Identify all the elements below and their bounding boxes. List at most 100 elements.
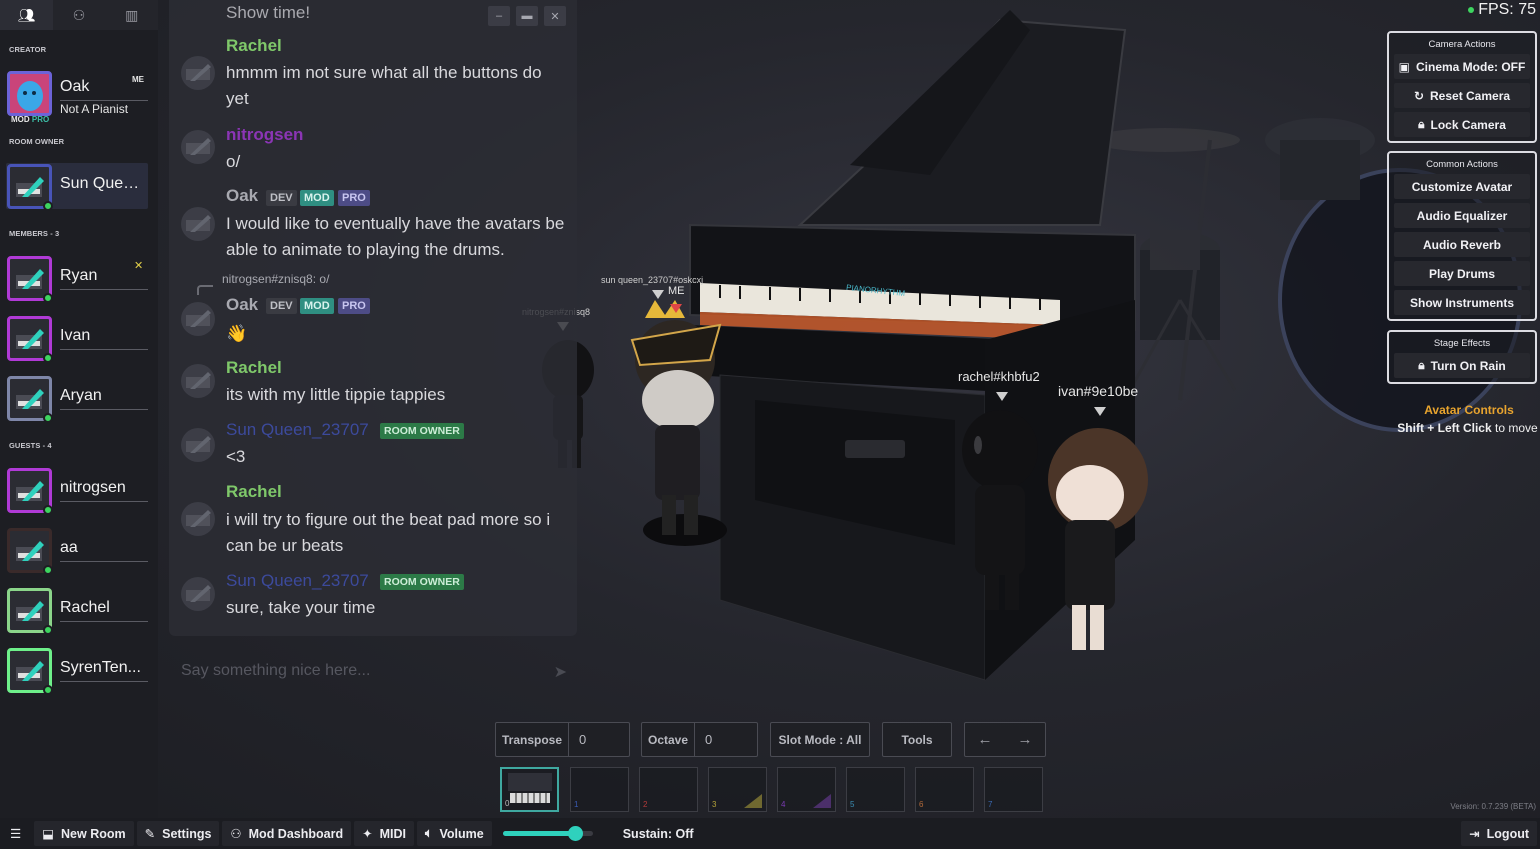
transpose-input[interactable]: 0 (569, 732, 586, 747)
mod-badge: MOD (300, 190, 334, 206)
user-item-guest[interactable]: Rachel (6, 587, 148, 635)
arrow-right-icon[interactable]: → (1018, 731, 1033, 748)
door-icon: ▥ (125, 6, 139, 23)
lock-camera-button[interactable]: 🔒︎ Lock Camera (1394, 112, 1530, 137)
octave-control[interactable]: Octave 0 (641, 722, 758, 757)
chat-input[interactable]: Say something nice here... ➤ (169, 654, 577, 690)
transpose-control[interactable]: Transpose 0 (495, 722, 630, 757)
audio-equalizer-button[interactable]: Audio Equalizer (1394, 203, 1530, 228)
nametag-pointer (652, 290, 664, 299)
instrument-slot-6[interactable]: 6 (915, 767, 974, 812)
volume-slider[interactable] (502, 826, 593, 841)
close-button[interactable]: ✕ (544, 6, 566, 26)
volume-button[interactable]: 🔈︎ Volume (416, 821, 492, 846)
logout-icon: ⇥ (1469, 827, 1480, 841)
instrument-slot-7[interactable]: 7 (984, 767, 1043, 812)
edit-icon: ✎ (144, 827, 156, 841)
avatar (7, 71, 52, 116)
chat-avatar (181, 364, 215, 398)
slot-number: 0 (505, 799, 510, 808)
minimize-button[interactable]: – (488, 6, 510, 26)
chat-username[interactable]: Rachel (226, 482, 282, 502)
instrument-slot-1[interactable]: 1 (570, 767, 629, 812)
chat-username[interactable]: Rachel (226, 36, 282, 56)
nametag-rachel: rachel#khbfu2 (958, 369, 1040, 384)
speaker-icon: 🔈︎ (424, 826, 433, 840)
chat-username[interactable]: Oak (226, 186, 258, 206)
sustain-toggle[interactable]: Sustain: Off (615, 821, 702, 846)
rooms-tab[interactable]: ▥ (105, 0, 158, 30)
user-name: Ivan (60, 327, 148, 350)
show-instruments-button[interactable]: Show Instruments (1394, 290, 1530, 315)
pro-badge: PRO (338, 298, 370, 314)
chat-username[interactable]: Sun Queen_23707 (226, 420, 369, 440)
online-status-dot (43, 293, 53, 303)
slot-number: 3 (712, 800, 717, 809)
reset-camera-button[interactable]: ↻ Reset Camera (1394, 83, 1530, 108)
tools-button[interactable]: Tools (882, 722, 952, 757)
pro-badge: PRO (338, 190, 370, 206)
customize-avatar-button[interactable]: Customize Avatar (1394, 174, 1530, 199)
section-creator: CREATOR (9, 45, 47, 54)
midi-button[interactable]: ✦ MIDI (354, 821, 414, 846)
instrument-slot-2[interactable]: 2 (639, 767, 698, 812)
instrument-slot-4[interactable]: 4 (777, 767, 836, 812)
user-item-guest[interactable]: SyrenTen... (6, 647, 148, 695)
lock-icon: 🔒︎ (1418, 117, 1425, 131)
user-item-creator[interactable]: MOD PRO ME Oak Not A Pianist (6, 70, 148, 124)
cinema-mode-button[interactable]: ▣ Cinema Mode: OFF (1394, 54, 1530, 79)
new-room-icon: ⬓ (42, 827, 55, 841)
arrow-left-icon[interactable]: ← (978, 731, 993, 748)
chat-panel: Show time! – ▬ ✕ Rachel hmmm im not sure… (169, 0, 577, 636)
volume-handle[interactable] (567, 826, 583, 841)
audio-reverb-button[interactable]: Audio Reverb (1394, 232, 1530, 257)
piano-avatar-icon (186, 436, 211, 453)
slot-number: 6 (919, 800, 924, 809)
instrument-slot-0[interactable]: 0 (500, 767, 559, 812)
maximize-button[interactable]: ▬ (516, 6, 538, 26)
user-item-member[interactable]: Aryan (6, 375, 148, 423)
settings-button[interactable]: ✎ Settings (136, 821, 220, 846)
chat-message-text: i will try to figure out the beat pad mo… (226, 510, 551, 555)
piano-thumbnail-icon (508, 773, 552, 803)
user-name: Sun Queen... (60, 175, 148, 192)
user-status: Not A Pianist (60, 102, 129, 116)
section-room-owner: ROOM OWNER (9, 137, 65, 146)
user-item-member[interactable]: Ivan (6, 315, 148, 363)
logout-button[interactable]: ⇥ Logout (1461, 821, 1537, 846)
send-icon[interactable]: ➤ (554, 662, 567, 682)
chat-username[interactable]: Sun Queen_23707 (226, 571, 369, 591)
volume-fill (502, 831, 575, 836)
avatar-controls-hint: Shift + Left Click to move (1397, 421, 1538, 435)
play-drums-button[interactable]: Play Drums (1394, 261, 1530, 286)
mod-badge: MOD (300, 298, 334, 314)
chat-avatar (181, 207, 215, 241)
user-item-member[interactable]: ✕ Ryan (6, 255, 148, 303)
turn-on-rain-button[interactable]: 🔒︎ Turn On Rain (1394, 353, 1530, 378)
mod-dashboard-button[interactable]: ⚇ Mod Dashboard (222, 821, 352, 846)
users-tab[interactable]: 👥︎ (0, 0, 53, 30)
friends-tab[interactable]: ⚇ (53, 0, 106, 30)
user-name: nitrogsen (60, 479, 148, 502)
user-item-guest[interactable]: nitrogsen (6, 467, 148, 515)
chat-username[interactable]: nitrogsen (226, 125, 303, 145)
instrument-slot-5[interactable]: 5 (846, 767, 905, 812)
instrument-slot-3[interactable]: 3 (708, 767, 767, 812)
chat-username[interactable]: Oak (226, 295, 258, 315)
user-item-room-owner[interactable]: Sun Queen... (6, 163, 148, 211)
piano-avatar-icon (16, 541, 44, 561)
chat-username[interactable]: Rachel (226, 358, 282, 378)
menu-button[interactable]: ☰ (0, 821, 31, 846)
nametag-sunqueen: sun queen_23707#oskcxj (601, 275, 704, 285)
chat-avatar (181, 56, 215, 90)
user-item-guest[interactable]: aa (6, 527, 148, 575)
chat-message-text: o/ (226, 152, 241, 171)
new-room-button[interactable]: ⬓ New Room (34, 821, 134, 846)
cinema-icon: ▣ (1398, 59, 1410, 74)
reply-preview[interactable]: nitrogsen#znisq8: o/ (222, 272, 329, 286)
slot-mode-button[interactable]: Slot Mode : All (770, 722, 870, 757)
piano-avatar-icon (16, 177, 44, 197)
piano-avatar-icon (186, 138, 211, 155)
octave-input[interactable]: 0 (695, 732, 712, 747)
slot-number: 4 (781, 800, 786, 809)
